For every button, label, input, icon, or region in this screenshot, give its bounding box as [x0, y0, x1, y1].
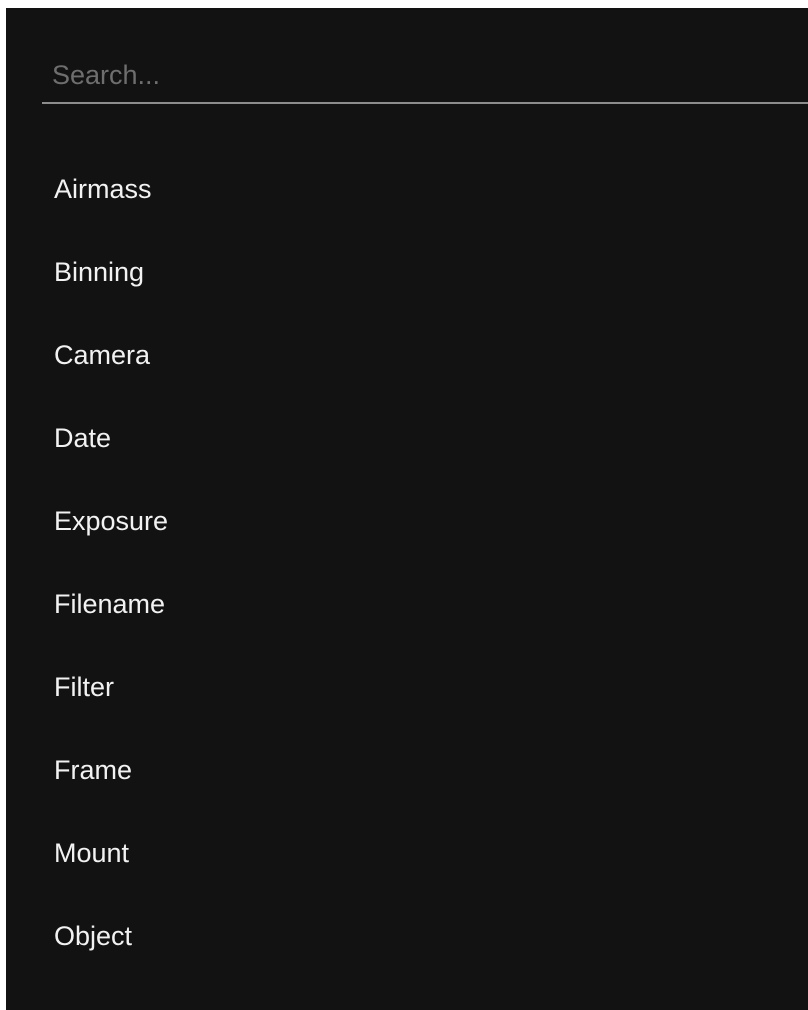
list-item-filter[interactable]: Filter	[42, 646, 808, 729]
list-item-label: Binning	[54, 257, 145, 287]
list-item-date[interactable]: Date	[42, 397, 808, 480]
list-item-label: Date	[54, 423, 112, 453]
list-item-frame[interactable]: Frame	[42, 729, 808, 812]
list-item-mount[interactable]: Mount	[42, 812, 808, 895]
list-item-filename[interactable]: Filename	[42, 563, 808, 646]
list-item-label: Airmass	[54, 174, 152, 204]
list-item-camera[interactable]: Camera	[42, 314, 808, 397]
search-input[interactable]	[42, 50, 808, 100]
list-item-airmass[interactable]: Airmass	[42, 148, 808, 231]
list-item-label: Exposure	[54, 506, 169, 536]
list-item-label: Mount	[54, 838, 130, 868]
dropdown-panel: Airmass Binning Camera Date Exposure Fil…	[6, 8, 808, 1010]
list-item-binning[interactable]: Binning	[42, 231, 808, 314]
list-item-label: Frame	[54, 755, 133, 785]
list-item-label: Camera	[54, 340, 151, 370]
list-item-exposure[interactable]: Exposure	[42, 480, 808, 563]
list-item-label: Filename	[54, 589, 166, 619]
list-item-label: Object	[54, 921, 133, 951]
search-field	[42, 50, 808, 104]
list-item-object[interactable]: Object	[42, 895, 808, 978]
list-item-label: Filter	[54, 672, 114, 702]
option-list: Airmass Binning Camera Date Exposure Fil…	[42, 148, 808, 978]
